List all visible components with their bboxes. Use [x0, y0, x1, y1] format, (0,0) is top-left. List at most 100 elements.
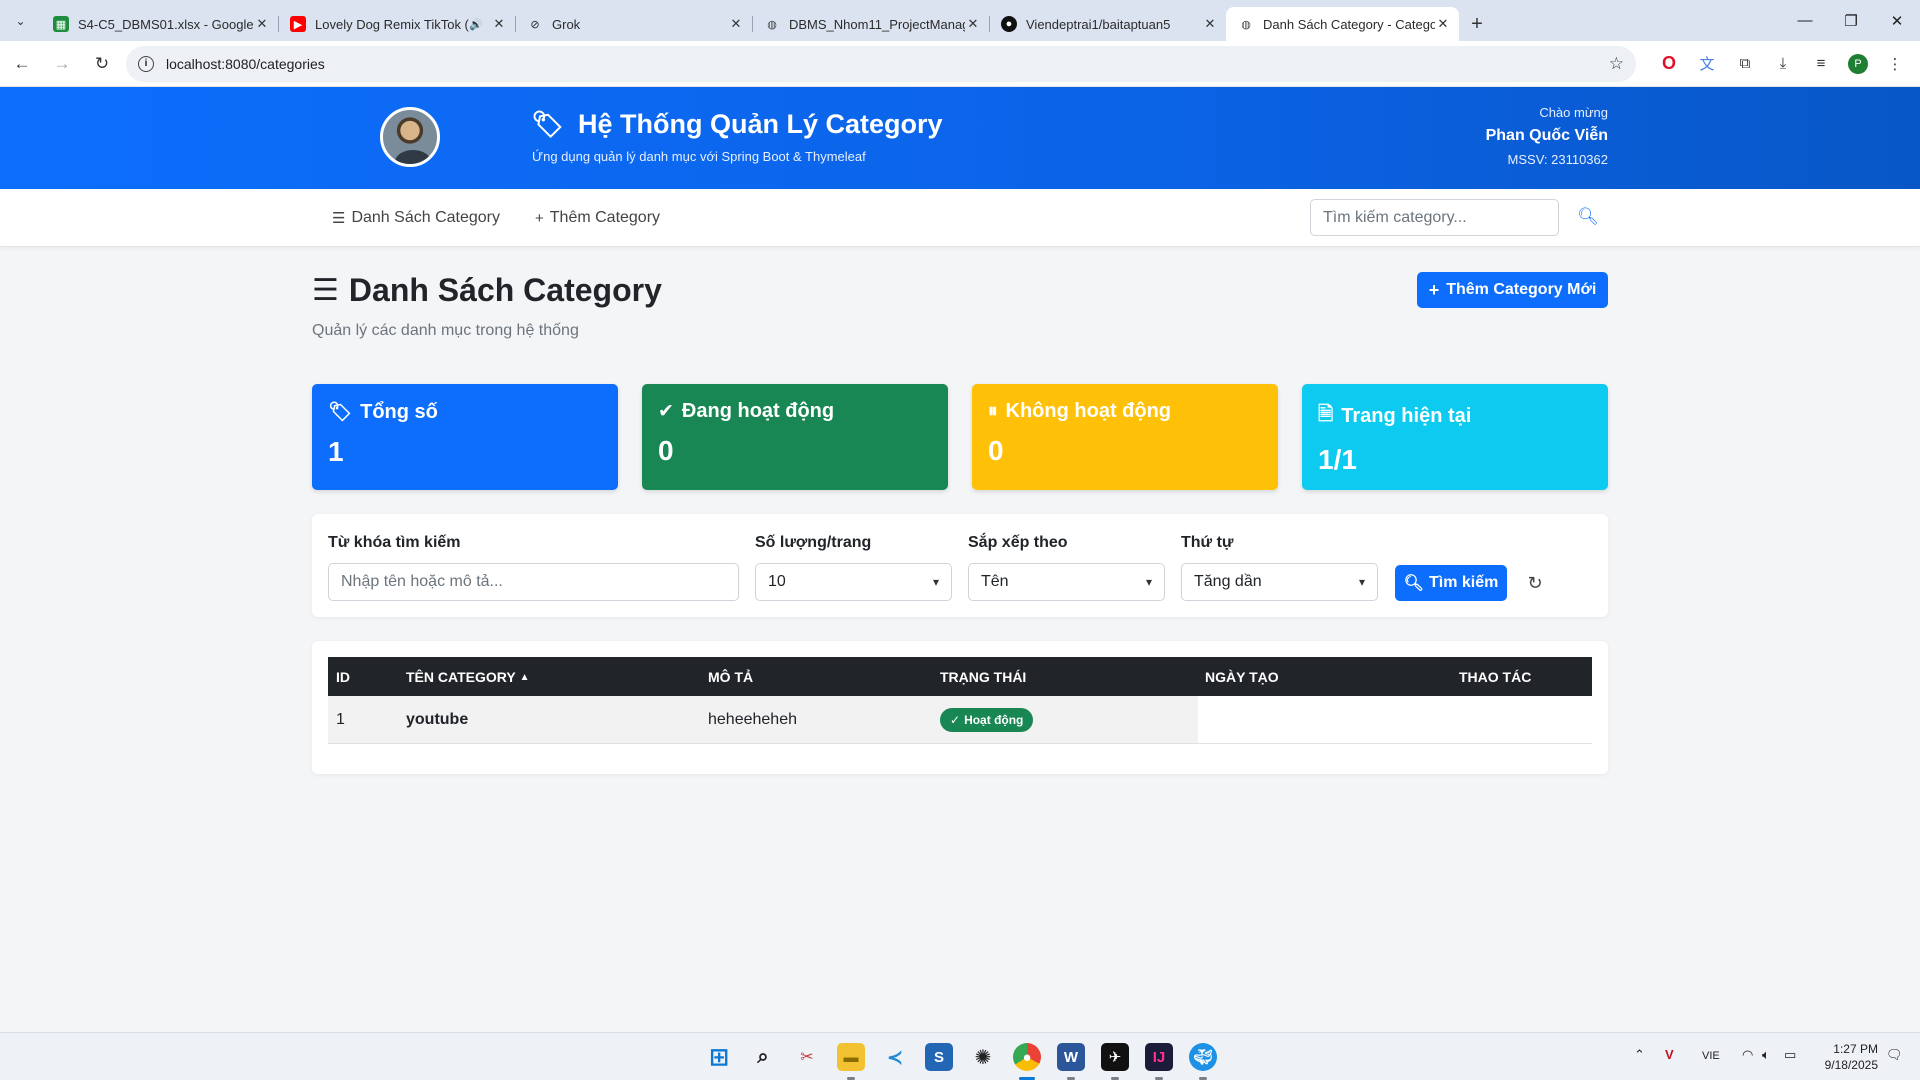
page-size-label: Số lượng/trang [755, 534, 872, 551]
sheets-icon: ▦ [53, 16, 69, 32]
intellij-icon[interactable]: IJ [1145, 1043, 1173, 1071]
reload-icon[interactable]: ↻ [84, 46, 120, 82]
keyword-input[interactable]: Nhập tên hoặc mô tả... [328, 563, 739, 601]
stat-value: 1/1 [1318, 444, 1357, 475]
add-category-label: Thêm Category Mới [1446, 281, 1597, 298]
address-bar[interactable]: i localhost:8080/categories ☆ [126, 45, 1636, 82]
restore-icon[interactable]: ❐ [1828, 0, 1874, 41]
stat-label-text: Trang hiện tại [1341, 404, 1472, 427]
clock-time: 1:27 PM [1833, 1042, 1878, 1056]
reset-icon[interactable]: ↻ [1522, 570, 1548, 596]
close-icon[interactable]: ✕ [254, 16, 270, 32]
page-title: ☰ Danh Sách Category [312, 272, 662, 309]
close-icon[interactable]: ✕ [965, 16, 981, 32]
bookmark-star-icon[interactable]: ☆ [1609, 54, 1624, 74]
stat-card-active: ✔ Đang hoạt động 0 [642, 384, 948, 490]
snipping-tool-icon[interactable]: ✂ [793, 1043, 821, 1071]
minimize-icon[interactable]: — [1782, 0, 1828, 41]
close-icon[interactable]: ✕ [1435, 16, 1451, 32]
notification-icon[interactable]: 🗨︎ [1886, 1047, 1903, 1063]
volume-icon[interactable]: 🔈︎ [1762, 1047, 1770, 1063]
user-avatar [380, 107, 440, 167]
nav-search-input[interactable]: Tìm kiếm category... [1310, 199, 1559, 236]
search-icon[interactable]: 🔍︎ [1576, 205, 1600, 229]
add-category-button[interactable]: + Thêm Category Mới [1417, 272, 1608, 308]
chrome-icon[interactable]: ● [1013, 1043, 1041, 1071]
stat-value: 1 [328, 436, 344, 467]
download-icon[interactable]: ⤓ [1772, 53, 1794, 75]
close-icon[interactable]: ✕ [1202, 16, 1218, 32]
browser-menu-icon[interactable]: ⋮ [1884, 53, 1906, 75]
tab-title: Lovely Dog Remix TikTok (A [315, 16, 470, 32]
forward-icon[interactable]: → [44, 46, 80, 82]
search-icon[interactable]: ⌕ [749, 1043, 777, 1071]
os-taskbar: ⊞ ⌕ ✂ ▬ ≺ S ✺ ● W ✈ IJ 🐳︎ ⌃ V VIE ◠ 🔈︎ ▭… [0, 1032, 1920, 1080]
order-select[interactable]: Tăng dần ▾ [1181, 563, 1378, 601]
close-icon[interactable]: ✕ [491, 16, 507, 32]
search-button[interactable]: 🔍︎ Tìm kiếm [1395, 565, 1507, 601]
browser-tab[interactable]: ▶ Lovely Dog Remix TikTok (A 🔊 ✕ [278, 7, 515, 41]
chatgpt-icon[interactable]: ✺ [969, 1043, 997, 1071]
github-icon: ● [1001, 16, 1017, 32]
translate-icon[interactable]: 文 [1696, 53, 1718, 75]
windows-start-icon[interactable]: ⊞ [705, 1043, 733, 1071]
tray-overflow-icon[interactable]: ⌃ [1634, 1047, 1645, 1063]
tab-search-button[interactable]: ⌄ [0, 0, 41, 41]
tab-title: Viendeptrai1/baitaptuan5 [1026, 16, 1171, 32]
main-nav: ☰ Danh Sách Category + Thêm Category Tìm… [0, 189, 1920, 247]
file-icon: 🗎 [1318, 404, 1334, 425]
back-icon[interactable]: ← [4, 46, 40, 82]
media-control-icon[interactable]: ≡ [1810, 53, 1832, 75]
stat-label-text: Không hoạt động [1005, 400, 1172, 422]
table-row: 1 youtube heheeheheh ✓ Hoạt động [328, 696, 1592, 743]
column-header[interactable]: NGÀY TẠO [1205, 669, 1279, 685]
docker-icon[interactable]: 🐳︎ [1189, 1043, 1217, 1071]
close-window-icon[interactable]: ✕ [1874, 0, 1920, 41]
browser-tab[interactable]: ◍ DBMS_Nhom11_ProjectManage ✕ [752, 7, 989, 41]
page-size-select[interactable]: 10 ▾ [755, 563, 952, 601]
chevron-down-icon: ▾ [932, 575, 939, 589]
stat-value: 0 [988, 435, 1004, 466]
column-header-name[interactable]: TÊN CATEGORY ▲ [406, 669, 530, 685]
tab-title: Grok [552, 16, 581, 32]
browser-tab[interactable]: ● Viendeptrai1/baitaptuan5 ✕ [989, 7, 1226, 41]
column-header[interactable]: ID [336, 669, 350, 685]
speaker-icon[interactable]: 🔊 [469, 18, 483, 31]
close-icon[interactable]: ✕ [728, 16, 744, 32]
url-text[interactable]: localhost:8080/categories [166, 56, 1609, 72]
file-explorer-icon[interactable]: ▬ [837, 1043, 865, 1071]
youtube-icon: ▶ [290, 16, 306, 32]
new-tab-button[interactable]: + [1459, 7, 1495, 41]
nav-list-link[interactable]: ☰ Danh Sách Category [332, 209, 500, 227]
extensions-icon[interactable]: ⧉ [1734, 53, 1756, 75]
battery-icon[interactable]: ▭ [1784, 1047, 1796, 1063]
browser-tab-active[interactable]: ◍ Danh Sách Category - Category ✕ [1226, 7, 1459, 41]
column-header[interactable]: TRẠNG THÁI [940, 669, 1026, 685]
site-info-icon[interactable]: i [138, 55, 154, 72]
opera-adblock-icon[interactable]: O [1658, 53, 1680, 75]
sort-by-value: Tên [981, 573, 1009, 590]
stat-label: 🗎 Trang hiện tại [1318, 400, 1592, 432]
greeting-text: Chào mừng [1539, 105, 1608, 120]
clock[interactable]: 1:27 PM 9/18/2025 [1825, 1041, 1878, 1073]
language-indicator[interactable]: VIE [1702, 1050, 1720, 1062]
browser-tab[interactable]: ⊘ Grok ✕ [515, 7, 752, 41]
cell-id: 1 [336, 711, 345, 728]
browser-tab[interactable]: ▦ S4-C5_DBMS01.xlsx - Google Tr ✕ [41, 7, 278, 41]
stat-label-text: Tổng số [360, 400, 438, 423]
notion-icon[interactable]: ✈ [1101, 1043, 1129, 1071]
vietkey-icon[interactable]: V [1665, 1047, 1674, 1062]
stat-label: ⏸ Không hoạt động [988, 400, 1262, 423]
plus-icon: + [535, 209, 544, 227]
wifi-icon[interactable]: ◠ [1742, 1047, 1753, 1063]
sql-server-icon[interactable]: S [925, 1043, 953, 1071]
profile-avatar-icon[interactable]: P [1848, 53, 1868, 74]
sort-by-select[interactable]: Tên ▾ [968, 563, 1165, 601]
nav-add-link[interactable]: + Thêm Category [535, 209, 660, 227]
nav-add-label: Thêm Category [549, 209, 661, 226]
column-header[interactable]: MÔ TẢ [708, 669, 753, 685]
word-icon[interactable]: W [1057, 1043, 1085, 1071]
vscode-icon[interactable]: ≺ [881, 1043, 909, 1071]
stat-card-page: 🗎 Trang hiện tại 1/1 [1302, 384, 1608, 490]
stat-label-text: Đang hoạt động [681, 400, 835, 422]
